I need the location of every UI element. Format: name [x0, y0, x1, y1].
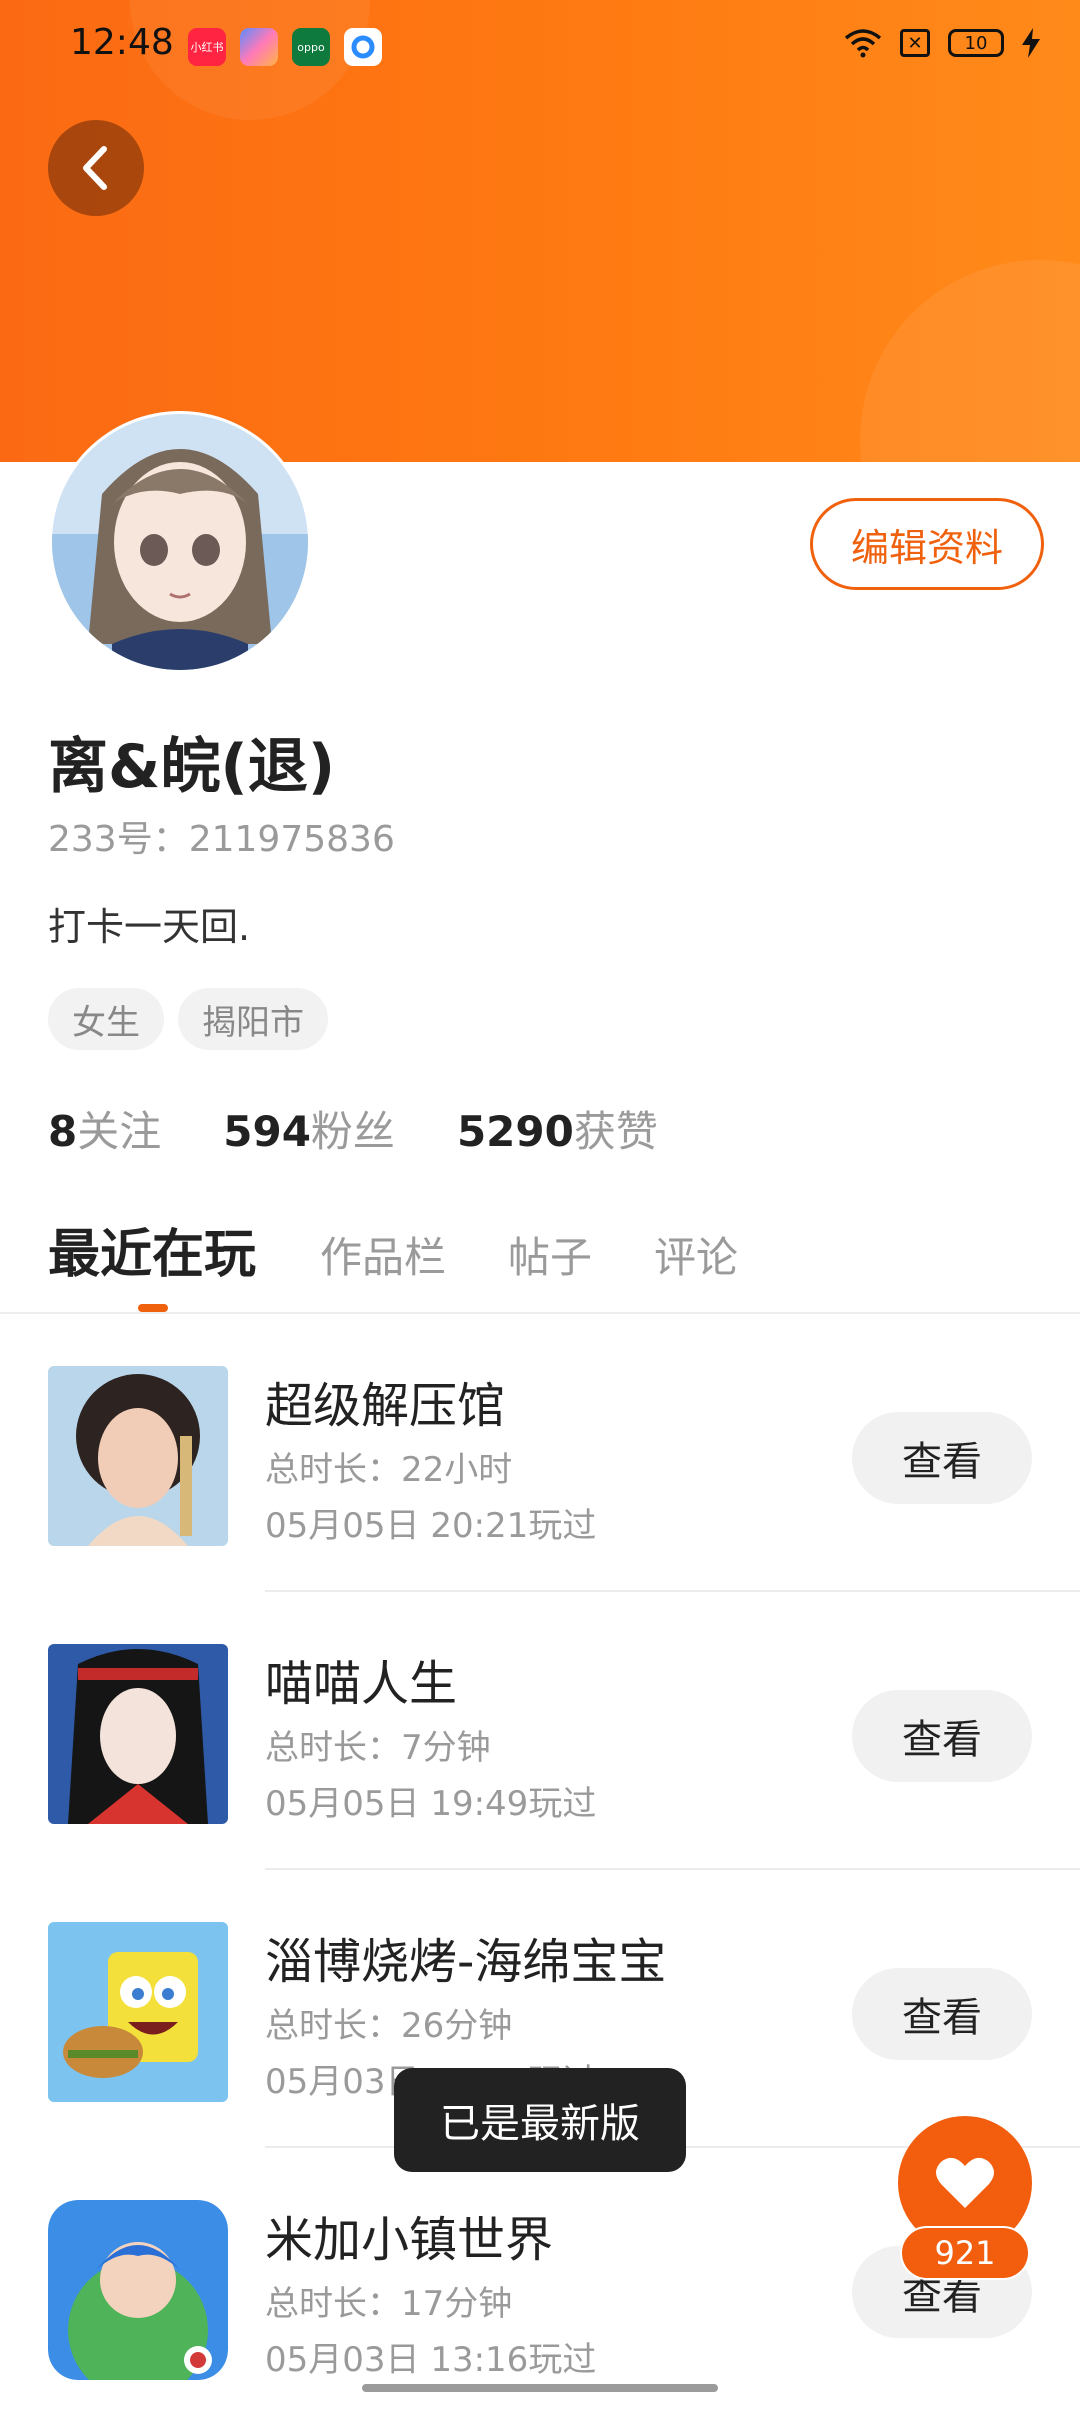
game-thumbnail — [48, 2200, 228, 2380]
game-last-played: 05月05日 19:49玩过 — [265, 1784, 597, 1824]
game-name: 米加小镇世界 — [265, 2212, 554, 2268]
game-name: 超级解压馆 — [265, 1378, 506, 1434]
avatar[interactable] — [52, 414, 308, 670]
banner-decoration — [860, 260, 1080, 462]
xiaohongshu-icon: 小红书 — [188, 28, 226, 66]
stat-likes[interactable]: 5290获赞 — [457, 1098, 658, 1159]
tab-works[interactable]: 作品栏 — [320, 1224, 446, 1285]
list-item[interactable]: 喵喵人生 总时长：7分钟 05月05日 19:49玩过 查看 — [0, 1592, 1080, 1870]
stat-following[interactable]: 8关注 — [48, 1098, 161, 1159]
profile-tags: 女生 揭阳市 — [48, 988, 328, 1050]
home-indicator[interactable] — [362, 2384, 718, 2392]
shortcut-app-icon — [240, 28, 278, 66]
tab-comments[interactable]: 评论 — [654, 1224, 738, 1285]
wifi-icon — [844, 29, 882, 58]
tag-city: 揭阳市 — [178, 988, 328, 1050]
game-last-played: 05月03日 13:16玩过 — [265, 2340, 597, 2380]
game-duration: 总时长：17分钟 — [265, 2284, 513, 2324]
tab-recent-played[interactable]: 最近在玩 — [48, 1212, 256, 1287]
profile-name: 离&皖(退) — [48, 732, 336, 802]
profile-stats: 8关注 594粉丝 5290获赞 — [48, 1098, 658, 1159]
stat-followers[interactable]: 594粉丝 — [223, 1098, 395, 1159]
heart-icon — [936, 2157, 994, 2208]
view-button[interactable]: 查看 — [852, 1412, 1032, 1504]
game-thumbnail — [48, 1644, 228, 1824]
chevron-left-icon — [83, 146, 107, 190]
list-item[interactable]: 超级解压馆 总时长：22小时 05月05日 20:21玩过 查看 — [0, 1314, 1080, 1592]
game-duration: 总时长：22小时 — [265, 1450, 513, 1490]
like-count: 921 — [902, 2228, 1028, 2278]
status-time: 12:48 — [70, 22, 174, 63]
back-button[interactable] — [48, 120, 144, 216]
tab-indicator — [138, 1304, 168, 1312]
game-last-played: 05月05日 20:21玩过 — [265, 1506, 597, 1546]
profile-tabs: 最近在玩 作品栏 帖子 评论 — [48, 1212, 800, 1287]
battery-icon: 10 — [948, 29, 1004, 57]
toast-message: 已是最新版 — [394, 2068, 686, 2172]
no-sim-icon: ✕ — [900, 29, 930, 57]
oppo-icon: oppo — [292, 28, 330, 66]
tag-gender: 女生 — [48, 988, 164, 1050]
game-thumbnail — [48, 1922, 228, 2102]
profile-bio: 打卡一天回. — [48, 905, 251, 949]
game-thumbnail — [48, 1366, 228, 1546]
app-o-icon — [344, 28, 382, 66]
game-duration: 总时长：7分钟 — [265, 1728, 491, 1768]
profile-uid: 233号：211975836 — [48, 819, 395, 860]
game-name: 淄博烧烤-海绵宝宝 — [265, 1934, 667, 1990]
view-button[interactable]: 查看 — [852, 1690, 1032, 1782]
charging-icon — [1022, 28, 1040, 58]
game-duration: 总时长：26分钟 — [265, 2006, 513, 2046]
edit-profile-button[interactable]: 编辑资料 — [810, 498, 1044, 590]
view-button[interactable]: 查看 — [852, 1968, 1032, 2060]
status-bar: 12:48 小红书 oppo ✕ 10 — [0, 0, 1080, 96]
tab-posts[interactable]: 帖子 — [508, 1224, 592, 1285]
game-name: 喵喵人生 — [265, 1656, 458, 1712]
